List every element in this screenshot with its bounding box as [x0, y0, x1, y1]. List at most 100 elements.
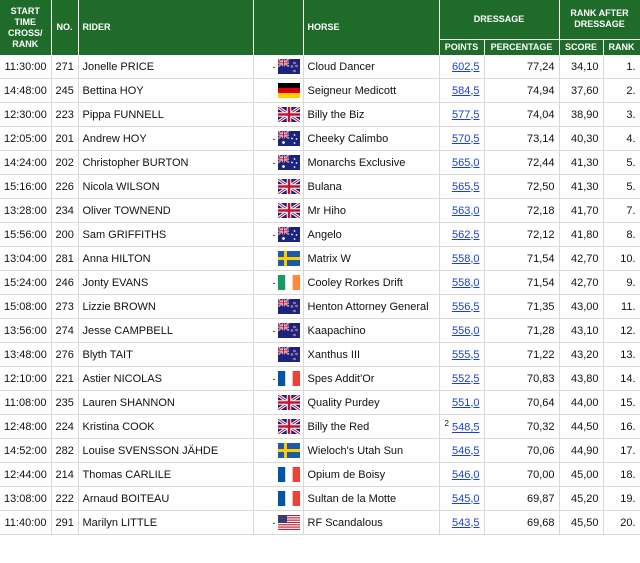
start-time: 14:48:00	[0, 78, 52, 103]
flag-icon	[277, 323, 300, 338]
points-link[interactable]: 602,5	[452, 61, 480, 73]
nation-flag: -	[253, 318, 304, 343]
percentage: 71,35	[484, 294, 560, 319]
rider-name: Andrew HOY	[78, 126, 254, 151]
rider-name: Lizzie BROWN	[78, 294, 254, 319]
mark-indicator: -	[272, 229, 276, 240]
score: 45,20	[559, 486, 604, 511]
points-link[interactable]: 552,5	[452, 373, 480, 385]
table-row: 12:30:00 223 Pippa FUNNELL Billy the Biz…	[0, 102, 640, 127]
points-cell: 558,0	[439, 246, 485, 271]
score: 45,00	[559, 462, 604, 487]
points-link[interactable]: 562,5	[452, 229, 480, 241]
points-link[interactable]: 558,0	[452, 253, 480, 265]
percentage: 71,54	[484, 270, 560, 295]
points-link[interactable]: 556,0	[452, 325, 480, 337]
points-link[interactable]: 565,5	[452, 181, 480, 193]
horse-name: Cloud Dancer	[303, 55, 440, 79]
rider-name: Thomas CARLILE	[78, 462, 254, 487]
points-cell: 551,0	[439, 390, 485, 415]
nation-flag: -	[253, 270, 304, 295]
score: 43,00	[559, 294, 604, 319]
rider-name: Christopher BURTON	[78, 150, 254, 175]
points-cell: 570,5	[439, 126, 485, 151]
start-time: 13:08:00	[0, 486, 52, 511]
points-cell: 556,0	[439, 318, 485, 343]
rider-number: 201	[51, 126, 79, 151]
table-row: 14:52:00 282 Louise SVENSSON JÄHDE Wielo…	[0, 438, 640, 463]
rider-name: Astier NICOLAS	[78, 366, 254, 391]
points-link[interactable]: 577,5	[452, 109, 480, 121]
rider-number: 271	[51, 55, 79, 79]
points-link[interactable]: 565,0	[452, 157, 480, 169]
points-link[interactable]: 570,5	[452, 133, 480, 145]
percentage: 74,94	[484, 78, 560, 103]
nation-flag	[253, 102, 304, 127]
percentage: 70,00	[484, 462, 560, 487]
points-cell: 552,5	[439, 366, 485, 391]
rank: 8.	[603, 222, 640, 247]
points-link[interactable]: 558,0	[452, 277, 480, 289]
points-link[interactable]: 555,5	[452, 349, 480, 361]
points-link[interactable]: 548,5	[452, 422, 480, 434]
rank: 16.	[603, 414, 640, 439]
percentage: 74,04	[484, 102, 560, 127]
start-time: 11:08:00	[0, 390, 52, 415]
points-cell: 546,0	[439, 462, 485, 487]
horse-name: Monarchs Exclusive	[303, 150, 440, 175]
nation-flag	[253, 390, 304, 415]
points-link[interactable]: 563,0	[452, 205, 480, 217]
rider-name: Jonty EVANS	[78, 270, 254, 295]
points-link[interactable]: 556,5	[452, 301, 480, 313]
table-row: 13:28:00 234 Oliver TOWNEND Mr Hiho 563,…	[0, 198, 640, 223]
start-time: 15:08:00	[0, 294, 52, 319]
points-link[interactable]: 543,5	[452, 517, 480, 529]
rank: 14.	[603, 366, 640, 391]
flag-icon	[277, 203, 300, 218]
percentage: 72,50	[484, 174, 560, 199]
rider-name: Marilyn LITTLE	[78, 510, 254, 535]
horse-name: Sultan de la Motte	[303, 486, 440, 511]
rider-name: Louise SVENSSON JÄHDE	[78, 438, 254, 463]
points-link[interactable]: 546,5	[452, 445, 480, 457]
points-link[interactable]: 551,0	[452, 397, 480, 409]
score: 37,60	[559, 78, 604, 103]
nation-flag	[253, 342, 304, 367]
header-flag	[253, 0, 304, 55]
horse-name: Quality Purdey	[303, 390, 440, 415]
table-row: 14:24:00 202 Christopher BURTON - Monarc…	[0, 150, 640, 175]
rider-name: Bettina HOY	[78, 78, 254, 103]
points-link[interactable]: 545,0	[452, 493, 480, 505]
flag-icon	[277, 419, 300, 434]
rider-number: 291	[51, 510, 79, 535]
rider-name: Blyth TAIT	[78, 342, 254, 367]
points-link[interactable]: 546,0	[452, 469, 480, 481]
horse-name: Angelo	[303, 222, 440, 247]
rank: 10.	[603, 246, 640, 271]
nation-flag	[253, 294, 304, 319]
header-no: NO.	[51, 0, 79, 55]
horse-name: RF Scandalous	[303, 510, 440, 535]
table-row: 14:48:00 245 Bettina HOY Seigneur Medico…	[0, 78, 640, 103]
rider-number: 276	[51, 342, 79, 367]
rider-number: 200	[51, 222, 79, 247]
rank: 4.	[603, 126, 640, 151]
start-time: 12:48:00	[0, 414, 52, 439]
percentage: 70,06	[484, 438, 560, 463]
rider-number: 234	[51, 198, 79, 223]
header-rank-after: RANK AFTER DRESSAGE	[559, 0, 640, 40]
start-time: 12:44:00	[0, 462, 52, 487]
points-link[interactable]: 584,5	[452, 85, 480, 97]
nation-flag: -	[253, 126, 304, 151]
horse-name: Opium de Boisy	[303, 462, 440, 487]
horse-name: Henton Attorney General	[303, 294, 440, 319]
nation-flag: -	[253, 510, 304, 535]
percentage: 72,44	[484, 150, 560, 175]
header-rank: RANK	[603, 38, 640, 55]
nation-flag: -	[253, 55, 304, 79]
percentage: 70,32	[484, 414, 560, 439]
rank: 5.	[603, 174, 640, 199]
start-time: 14:52:00	[0, 438, 52, 463]
rank: 3.	[603, 102, 640, 127]
flag-icon	[277, 83, 300, 98]
